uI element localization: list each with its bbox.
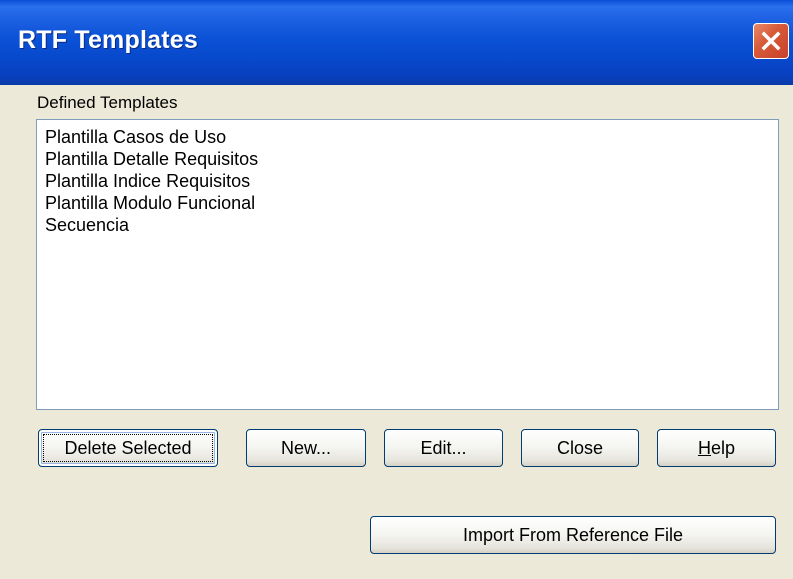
new-label: New... — [280, 437, 332, 458]
help-label: Help — [698, 438, 735, 459]
list-item[interactable]: Plantilla Indice Requisitos — [45, 170, 770, 192]
list-item[interactable]: Plantilla Casos de Uso — [45, 126, 770, 148]
defined-templates-label: Defined Templates — [37, 93, 178, 112]
help-button[interactable]: Help — [657, 429, 776, 467]
help-mnemonic: H — [697, 437, 711, 458]
close-button[interactable]: Close — [521, 429, 639, 467]
delete-selected-label: Delete Selected — [64, 437, 192, 458]
list-item[interactable]: Secuencia — [45, 214, 770, 236]
list-item[interactable]: Plantilla Modulo Funcional — [45, 192, 770, 214]
import-from-reference-file-button[interactable]: Import From Reference File — [370, 516, 776, 554]
title-bar[interactable]: RTF Templates — [0, 0, 793, 85]
close-icon — [761, 31, 781, 51]
help-label-rest: elp — [710, 437, 736, 458]
close-label: Close — [556, 437, 604, 458]
window-title: RTF Templates — [18, 26, 198, 54]
list-item[interactable]: Plantilla Detalle Requisitos — [45, 148, 770, 170]
delete-selected-button[interactable]: Delete Selected — [38, 429, 218, 467]
edit-label: Edit... — [420, 437, 467, 458]
import-label: Import From Reference File — [462, 524, 684, 545]
templates-listbox[interactable]: Plantilla Casos de Uso Plantilla Detalle… — [36, 119, 779, 410]
edit-button[interactable]: Edit... — [384, 429, 503, 467]
new-button[interactable]: New... — [246, 429, 366, 467]
rtf-templates-dialog: RTF Templates Defined Templates Plantill… — [0, 0, 793, 579]
close-window-button[interactable] — [753, 23, 789, 59]
